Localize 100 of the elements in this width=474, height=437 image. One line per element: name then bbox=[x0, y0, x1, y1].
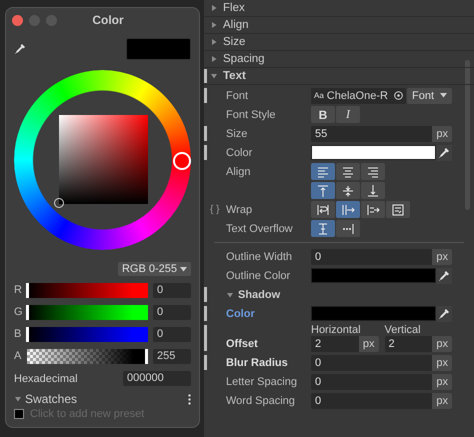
align-right-icon bbox=[366, 164, 380, 178]
expand-arrow[interactable] bbox=[14, 395, 22, 403]
hex-field[interactable]: 000000 bbox=[123, 371, 191, 386]
slider-thumb[interactable] bbox=[145, 348, 148, 364]
property-label: Color bbox=[226, 308, 256, 320]
property-label: Blur Radius bbox=[226, 356, 289, 368]
mode-dropdown[interactable]: RGB 0-255 bbox=[118, 262, 191, 276]
section-title[interactable]: Flex bbox=[223, 2, 245, 14]
channel-slider[interactable] bbox=[27, 326, 148, 342]
channel-label: G bbox=[14, 306, 22, 318]
wrap-icon bbox=[316, 202, 330, 216]
number-field[interactable]: 2 px bbox=[311, 336, 378, 352]
align-center-icon bbox=[341, 164, 355, 178]
no-wrap-icon bbox=[341, 202, 355, 216]
current-color-swatch bbox=[126, 38, 191, 60]
option-toggle[interactable] bbox=[311, 201, 335, 218]
color-swatch[interactable] bbox=[311, 268, 436, 283]
property-label: Word Spacing bbox=[226, 394, 296, 406]
expand-arrow[interactable] bbox=[210, 38, 218, 46]
channel-value[interactable]: 255 bbox=[153, 348, 191, 364]
option-toggle[interactable] bbox=[336, 182, 360, 199]
font-dropdown[interactable]: Font bbox=[406, 88, 452, 104]
ellipsis-icon bbox=[341, 222, 355, 236]
more-icon[interactable] bbox=[188, 394, 191, 404]
caret-icon bbox=[440, 93, 447, 98]
number-field[interactable]: 0 px bbox=[311, 354, 452, 370]
property-label: Wrap bbox=[226, 204, 254, 216]
section-title[interactable]: Text bbox=[223, 70, 246, 82]
shrink-icon bbox=[366, 202, 380, 216]
section-title[interactable]: Align bbox=[223, 19, 249, 31]
channel-slider[interactable] bbox=[27, 304, 148, 320]
number-field[interactable]: 55 px bbox=[311, 126, 452, 142]
expand-arrow[interactable] bbox=[210, 55, 218, 63]
option-toggle[interactable] bbox=[336, 163, 360, 180]
font-field[interactable]: Aa ChelaOne-R bbox=[311, 88, 406, 104]
target-icon[interactable] bbox=[394, 91, 403, 100]
align-top-icon bbox=[316, 184, 330, 198]
property-label: Outline Width bbox=[226, 250, 294, 262]
style-toggle[interactable]: I bbox=[336, 106, 360, 123]
option-toggle[interactable] bbox=[361, 163, 385, 180]
align-left-icon bbox=[316, 164, 330, 178]
channel-label: A bbox=[14, 350, 22, 362]
channel-value[interactable]: 0 bbox=[153, 304, 191, 320]
channel-label: B bbox=[14, 328, 22, 340]
channel-value[interactable]: 0 bbox=[153, 282, 191, 298]
option-toggle[interactable] bbox=[361, 182, 385, 199]
align-bottom-icon bbox=[366, 184, 380, 198]
binding-icon[interactable]: { } bbox=[210, 204, 220, 215]
style-toggle[interactable]: B bbox=[311, 106, 335, 123]
option-toggle[interactable] bbox=[311, 163, 335, 180]
slider-thumb[interactable] bbox=[26, 326, 29, 342]
expand-arrow[interactable] bbox=[210, 4, 218, 12]
channel-slider[interactable] bbox=[27, 348, 148, 364]
property-label: Letter Spacing bbox=[226, 376, 298, 388]
number-field[interactable]: 0 px bbox=[311, 374, 452, 390]
option-toggle[interactable] bbox=[336, 220, 360, 237]
swatches-title[interactable]: Swatches bbox=[25, 392, 78, 406]
field-caption: Vertical bbox=[384, 324, 422, 336]
color-swatch[interactable] bbox=[311, 306, 436, 321]
fit-icon bbox=[391, 202, 405, 216]
field-caption: Horizontal bbox=[311, 324, 362, 336]
section-title[interactable]: Size bbox=[223, 36, 246, 48]
number-field[interactable]: 0 px bbox=[311, 392, 452, 408]
channel-label: R bbox=[14, 284, 22, 296]
expand-arrow[interactable] bbox=[226, 290, 234, 298]
eyedropper-icon[interactable] bbox=[438, 308, 450, 320]
property-label: Color bbox=[226, 146, 254, 158]
option-toggle[interactable] bbox=[336, 201, 360, 218]
property-label: Font bbox=[226, 90, 250, 102]
property-label: Offset bbox=[226, 338, 259, 350]
option-toggle[interactable] bbox=[311, 220, 335, 237]
channel-slider[interactable] bbox=[27, 282, 148, 298]
property-label: Text Overflow bbox=[226, 222, 294, 234]
slider-thumb[interactable] bbox=[26, 282, 29, 298]
option-toggle[interactable] bbox=[361, 201, 385, 218]
hex-label: Hexadecimal bbox=[14, 372, 78, 384]
number-field[interactable]: 0 px bbox=[311, 248, 452, 264]
eyedropper-icon[interactable] bbox=[438, 270, 450, 282]
align-middle-icon bbox=[341, 184, 355, 198]
section-title[interactable]: Spacing bbox=[223, 53, 265, 65]
number-field[interactable]: 2 px bbox=[384, 336, 452, 352]
clip-icon bbox=[316, 222, 330, 236]
channel-value[interactable]: 0 bbox=[153, 326, 191, 342]
section-title[interactable]: Shadow bbox=[238, 288, 280, 300]
property-label: Align bbox=[226, 166, 252, 178]
eyedropper-icon[interactable] bbox=[438, 146, 450, 158]
scrollbar[interactable] bbox=[465, 60, 470, 210]
window-title: Color bbox=[91, 13, 125, 27]
option-toggle[interactable] bbox=[386, 201, 410, 218]
preset-swatch[interactable] bbox=[14, 409, 24, 419]
option-toggle[interactable] bbox=[311, 182, 335, 199]
eyedropper-icon[interactable] bbox=[14, 43, 26, 55]
slider-thumb[interactable] bbox=[26, 304, 29, 320]
color-swatch[interactable] bbox=[311, 145, 436, 160]
property-label: Outline Color bbox=[226, 270, 292, 282]
close-button[interactable] bbox=[12, 14, 23, 26]
caret-icon bbox=[180, 266, 187, 272]
expand-arrow[interactable] bbox=[210, 72, 218, 80]
property-label: Size bbox=[226, 128, 248, 140]
expand-arrow[interactable] bbox=[210, 21, 218, 29]
